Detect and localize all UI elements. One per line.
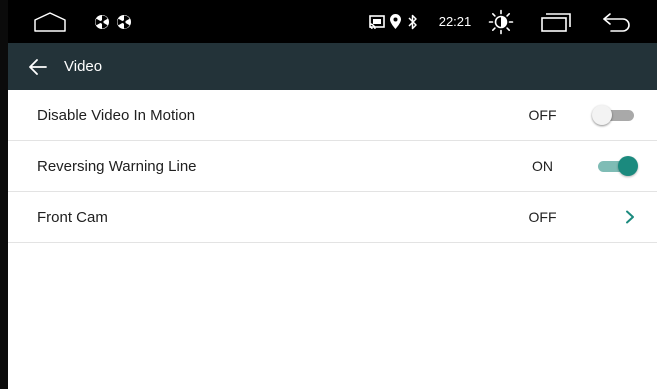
back-button[interactable]	[18, 43, 58, 90]
pinwheel-icon	[114, 0, 134, 43]
home-outline-icon[interactable]	[30, 0, 70, 43]
toggle-knob	[618, 156, 638, 176]
arrow-left-icon	[29, 58, 47, 75]
screen-bezel	[0, 0, 8, 389]
setting-label: Front Cam	[37, 208, 108, 226]
bluetooth-icon	[406, 0, 420, 43]
setting-row-reversing-warning-line[interactable]: Reversing Warning Line ON	[8, 141, 657, 192]
setting-label: Reversing Warning Line	[37, 157, 197, 175]
status-bar: 22:21	[8, 0, 657, 43]
setting-value: ON	[532, 158, 553, 174]
toggle-knob	[592, 105, 612, 125]
clock: 22:21	[434, 0, 476, 43]
setting-label: Disable Video In Motion	[37, 106, 196, 124]
app-header: Video	[8, 43, 657, 90]
brightness-icon[interactable]	[486, 0, 516, 43]
setting-row-disable-video-in-motion[interactable]: Disable Video In Motion OFF	[8, 90, 657, 141]
settings-list: Disable Video In Motion OFF Reversing Wa…	[8, 90, 657, 243]
setting-row-front-cam[interactable]: Front Cam OFF	[8, 192, 657, 243]
disable-video-in-motion-toggle[interactable]	[592, 105, 640, 125]
page-title: Video	[64, 58, 103, 75]
chevron-right-icon[interactable]	[620, 207, 640, 227]
reversing-warning-line-toggle[interactable]	[592, 156, 640, 176]
location-pin-icon	[388, 0, 402, 43]
clock-time: 22:21	[438, 14, 472, 29]
back-return-icon[interactable]	[600, 0, 634, 43]
cast-icon	[368, 0, 386, 43]
pinwheel-icon	[92, 0, 112, 43]
recent-apps-icon[interactable]	[538, 0, 574, 43]
setting-value: OFF	[528, 107, 557, 123]
setting-value: OFF	[528, 209, 557, 225]
